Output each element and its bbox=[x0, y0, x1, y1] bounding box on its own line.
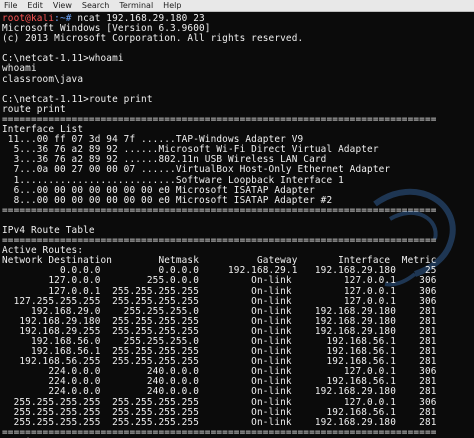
terminal-output[interactable]: root@kali:~# ncat 192.168.29.180 23 Micr… bbox=[0, 14, 474, 438]
terminal-line: C:\netcat-1.11>whoami bbox=[2, 53, 124, 65]
terminal-line: classroom\java bbox=[2, 73, 84, 85]
terminal-line: (c) 2013 Microsoft Corporation. All righ… bbox=[2, 33, 304, 45]
menu-help[interactable]: Help bbox=[163, 1, 181, 10]
menu-edit[interactable]: Edit bbox=[27, 1, 43, 10]
menu-view[interactable]: View bbox=[53, 1, 72, 10]
menu-file[interactable]: File bbox=[4, 1, 17, 10]
output-block: Microsoft Windows [Version 6.3.9600] (c) … bbox=[2, 23, 474, 438]
terminal-line: 7...0a 00 27 00 00 07 ......VirtualBox H… bbox=[2, 164, 391, 176]
terminal-lines: root@kali:~# ncat 192.168.29.180 23 Micr… bbox=[2, 14, 474, 438]
menu-search[interactable]: Search bbox=[82, 1, 109, 10]
menu-bar: File Edit View Search Terminal Help bbox=[0, 0, 474, 12]
menu-terminal[interactable]: Terminal bbox=[119, 1, 153, 10]
terminal-line: C:\netcat-1.11>route print bbox=[2, 93, 153, 105]
terminal-line: ========================================… bbox=[2, 204, 437, 216]
